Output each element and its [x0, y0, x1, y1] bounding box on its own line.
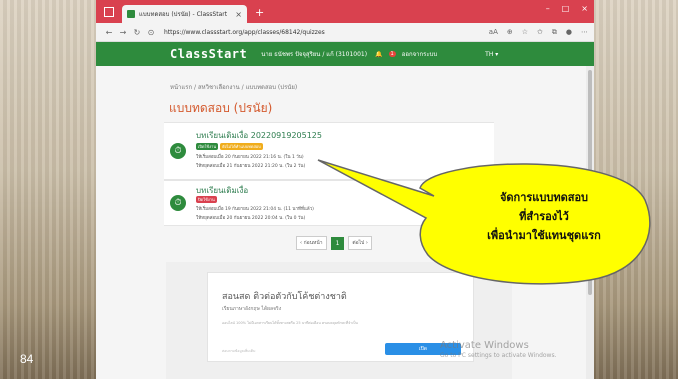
promo-title: สอนสด ติวต่อตัวกับโค้ชต่างชาติ [222, 292, 347, 302]
quiz-badges: เปิดใช้งาน ยังไม่ได้ทำแบบทดสอบ [196, 143, 263, 150]
windows-activation-watermark: Activate Windows Go to PC settings to ac… [440, 340, 557, 359]
quiz-title[interactable]: บทเรียนเดิมเงื่อ 20220919205125 [196, 129, 322, 142]
classstart-favicon-icon [127, 10, 135, 18]
promo-subtitle: เรียนภาษาอังกฤษ ได้ผลจริง [222, 306, 282, 312]
maximize-icon[interactable]: □ [562, 4, 570, 13]
prev-page-button[interactable]: ‹ ก่อนหน้า [296, 236, 327, 250]
window-controls: – □ × [546, 4, 588, 13]
quiz-start-time: ให้เริ่มสอบเมื่อ 19 กันยายน 2022 21:04 น… [196, 207, 314, 212]
collections-icon[interactable]: ⧉ [552, 28, 557, 37]
tab-close-icon[interactable]: × [235, 10, 242, 19]
url-field[interactable]: https://www.classstart.org/app/classes/6… [158, 29, 489, 36]
slide-wood-left [0, 0, 96, 379]
stopwatch-icon: ⏱ [170, 143, 186, 159]
slide-number: 84 [20, 352, 34, 366]
zoom-icon[interactable]: ⊕ [507, 28, 513, 37]
language-selector[interactable]: TH ▾ [485, 51, 498, 58]
lock-icon: ⊙ [147, 27, 155, 37]
promo-card: สอนสด ติวต่อตัวกับโค้ชต่างชาติ เรียนภาษา… [207, 272, 474, 362]
watermark-subtitle: Go to PC settings to activate Windows. [440, 352, 557, 359]
callout-line: ที่สำรองไว้ [519, 210, 569, 223]
bell-icon[interactable]: 🔔 [375, 51, 382, 58]
minimize-icon[interactable]: – [546, 4, 550, 13]
back-arrow-icon[interactable]: ← [102, 28, 116, 37]
page-title: แบบทดสอบ (ปรนัย) [169, 101, 273, 115]
app-header: ClassStart นาย ธนัชพร ปัจจุสุริยน / แก้ … [96, 42, 594, 66]
breadcrumb[interactable]: หน้าแรก / สหวิชาเลือกงาน / แบบทดสอบ (ปรน… [170, 82, 297, 92]
favorites-list-icon[interactable]: ✩ [537, 28, 543, 37]
close-window-icon[interactable]: × [581, 4, 588, 13]
forward-arrow-icon[interactable]: → [116, 28, 130, 37]
user-menu[interactable]: นาย ธนัชพร ปัจจุสุริยน / แก้ (3101001) [261, 49, 367, 59]
new-tab-button[interactable]: + [255, 6, 264, 19]
address-bar-icons: aA ⊕ ☆ ✩ ⧉ ● ⋯ [489, 28, 588, 37]
address-bar: ← → ↻ ⊙ https://www.classstart.org/app/c… [96, 23, 594, 42]
notification-count-badge: 1 [388, 51, 396, 57]
quiz-card-2[interactable]: ⏱ บทเรียนเดิมเงื่อ ปิดใช้งาน ให้เริ่มสอบ… [164, 180, 494, 226]
current-page-button[interactable]: 1 [330, 236, 345, 250]
callout-text: จัดการแบบทดสอบ ที่สำรองไว้ เพื่อนำมาใช้แ… [474, 188, 614, 245]
callout-line: เพื่อนำมาใช้แทนชุดแรก [487, 229, 601, 242]
read-aloud-icon[interactable]: aA [489, 28, 498, 37]
scrollbar-thumb[interactable] [588, 70, 592, 295]
status-badge: ปิดใช้งาน [196, 196, 217, 203]
callout-line: จัดการแบบทดสอบ [499, 191, 589, 204]
promo-footer[interactable]: สอบถามข้อมูลเพิ่มเติม [222, 348, 255, 354]
refresh-icon[interactable]: ↻ [130, 28, 144, 37]
status-badge: ยังไม่ได้ทำแบบทดสอบ [220, 143, 263, 150]
status-badge: เปิดใช้งาน [196, 143, 219, 150]
quiz-card-1[interactable]: ⏱ บทเรียนเดิมเงื่อ 20220919205125 เปิดใช… [164, 122, 494, 180]
tab-title: แบบทดสอบ (ปรนัย) - ClassStart [139, 11, 228, 18]
quiz-badges: ปิดใช้งาน [196, 196, 217, 203]
favorite-star-icon[interactable]: ☆ [522, 28, 528, 37]
browser-tab-bar: แบบทดสอบ (ปรนัย) - ClassStart × + – □ × [96, 0, 594, 23]
classstart-logo[interactable]: ClassStart [170, 47, 247, 61]
watermark-title: Activate Windows [440, 340, 529, 351]
quiz-end-time: ให้หยุดสอบเมื่อ 21 กันยายน 2022 21:20 น.… [196, 164, 306, 169]
tab-actions-icon[interactable] [104, 7, 114, 17]
next-page-button[interactable]: ต่อไป › [348, 236, 372, 250]
pagination: ‹ ก่อนหน้า 1 ต่อไป › [296, 236, 372, 250]
more-menu-icon[interactable]: ⋯ [581, 28, 588, 37]
profile-avatar-icon[interactable]: ● [566, 28, 572, 37]
promo-description: ออนไลน์ 100% ไม่มีเอกสารเรียนได้ทั้งทางส… [222, 321, 358, 325]
stopwatch-icon: ⏱ [170, 195, 186, 211]
quiz-start-time: ให้เริ่มสอบเมื่อ 20 กันยายน 2022 21:16 น… [196, 155, 304, 160]
quiz-end-time: ให้หยุดสอบเมื่อ 20 กันยายน 2022 20:04 น.… [196, 216, 306, 221]
browser-tab[interactable]: แบบทดสอบ (ปรนัย) - ClassStart × [122, 5, 247, 23]
logout-link[interactable]: ออกจากระบบ [402, 49, 437, 59]
